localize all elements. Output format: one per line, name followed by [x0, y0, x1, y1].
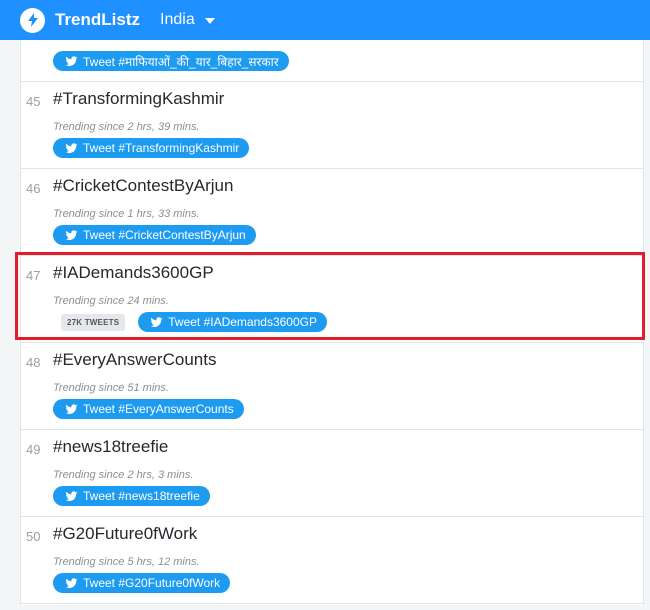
- lightning-icon[interactable]: [20, 7, 45, 33]
- twitter-bird-icon: [65, 142, 78, 153]
- trend-rank: 45: [26, 94, 41, 109]
- tweet-button-label: Tweet #EveryAnswerCounts: [83, 402, 234, 416]
- tweet-button-label: Tweet #TransformingKashmir: [83, 141, 240, 155]
- trend-item: 49 #news18treefie Trending since 2 hrs, …: [21, 430, 643, 517]
- twitter-bird-icon: [65, 403, 78, 414]
- tweet-row: Tweet #news18treefie: [53, 486, 210, 506]
- tweet-row: Tweet #माफियाओं_की_यार_बिहार_सरकार: [53, 51, 289, 71]
- tweet-row: Tweet #TransformingKashmir: [53, 138, 250, 158]
- trend-list: Tweet #माफियाओं_की_यार_बिहार_सरकार 45 #T…: [20, 40, 644, 605]
- tweet-button[interactable]: Tweet #G20Future0fWork: [53, 573, 231, 593]
- tweet-button-label: Tweet #CricketContestByArjun: [83, 228, 246, 242]
- tweet-row: Tweet #G20Future0fWork: [53, 573, 231, 593]
- tweet-row: 27K TWEETS Tweet #IADemands3600GP: [53, 312, 327, 332]
- trending-since: Trending since 24 mins.: [53, 295, 169, 307]
- caret-down-icon: [204, 18, 215, 24]
- trend-hashtag-link[interactable]: #IADemands3600GP: [53, 263, 214, 283]
- trend-item: 48 #EveryAnswerCounts Trending since 51 …: [21, 343, 643, 430]
- tweet-button[interactable]: Tweet #IADemands3600GP: [138, 312, 327, 332]
- tweet-row: Tweet #EveryAnswerCounts: [53, 399, 244, 419]
- trend-rank: 50: [26, 529, 41, 544]
- trend-hashtag-link[interactable]: #CricketContestByArjun: [53, 176, 233, 196]
- trending-since: Trending since 5 hrs, 12 mins.: [53, 556, 200, 568]
- trending-since: Trending since 2 hrs, 3 mins.: [53, 469, 194, 481]
- trend-hashtag-link[interactable]: #news18treefie: [53, 437, 168, 457]
- trend-hashtag-link[interactable]: #EveryAnswerCounts: [53, 350, 216, 370]
- tweet-count-badge: 27K TWEETS: [61, 313, 126, 331]
- trend-rank: 49: [26, 442, 41, 457]
- top-bar: TrendListz India: [0, 0, 650, 40]
- tweet-button[interactable]: Tweet #CricketContestByArjun: [53, 225, 256, 245]
- tweet-button[interactable]: Tweet #EveryAnswerCounts: [53, 399, 244, 419]
- country-selector[interactable]: India: [160, 11, 215, 29]
- twitter-bird-icon: [150, 316, 163, 327]
- trend-item: Tweet #माफियाओं_की_यार_बिहार_सरकार: [21, 40, 643, 82]
- brand-name[interactable]: TrendListz: [55, 10, 140, 30]
- tweet-button[interactable]: Tweet #माफियाओं_की_यार_बिहार_सरकार: [53, 51, 289, 71]
- twitter-bird-icon: [65, 229, 78, 240]
- tweet-button-label: Tweet #माफियाओं_की_यार_बिहार_सरकार: [83, 54, 279, 69]
- tweet-row: Tweet #CricketContestByArjun: [53, 225, 256, 245]
- trend-hashtag-link[interactable]: #G20Future0fWork: [53, 524, 197, 544]
- trend-item: 50 #G20Future0fWork Trending since 5 hrs…: [21, 517, 643, 604]
- twitter-bird-icon: [65, 55, 78, 66]
- trend-rank: 48: [26, 355, 41, 370]
- tweet-button-label: Tweet #IADemands3600GP: [168, 315, 317, 329]
- tweet-button-label: Tweet #news18treefie: [83, 489, 200, 503]
- trend-item: 45 #TransformingKashmir Trending since 2…: [21, 82, 643, 169]
- twitter-bird-icon: [65, 577, 78, 588]
- country-label: India: [160, 11, 195, 28]
- trend-rank: 47: [26, 268, 41, 283]
- tweet-button[interactable]: Tweet #TransformingKashmir: [53, 138, 250, 158]
- tweet-button-label: Tweet #G20Future0fWork: [83, 576, 221, 590]
- trend-hashtag-link[interactable]: #TransformingKashmir: [53, 89, 224, 109]
- trending-since: Trending since 1 hrs, 33 mins.: [53, 208, 200, 220]
- trend-item: 46 #CricketContestByArjun Trending since…: [21, 169, 643, 256]
- trend-item: 47 #IADemands3600GP Trending since 24 mi…: [21, 256, 643, 343]
- trend-rank: 46: [26, 181, 41, 196]
- trending-since: Trending since 2 hrs, 39 mins.: [53, 121, 200, 133]
- twitter-bird-icon: [65, 490, 78, 501]
- tweet-button[interactable]: Tweet #news18treefie: [53, 486, 210, 506]
- trending-since: Trending since 51 mins.: [53, 382, 169, 394]
